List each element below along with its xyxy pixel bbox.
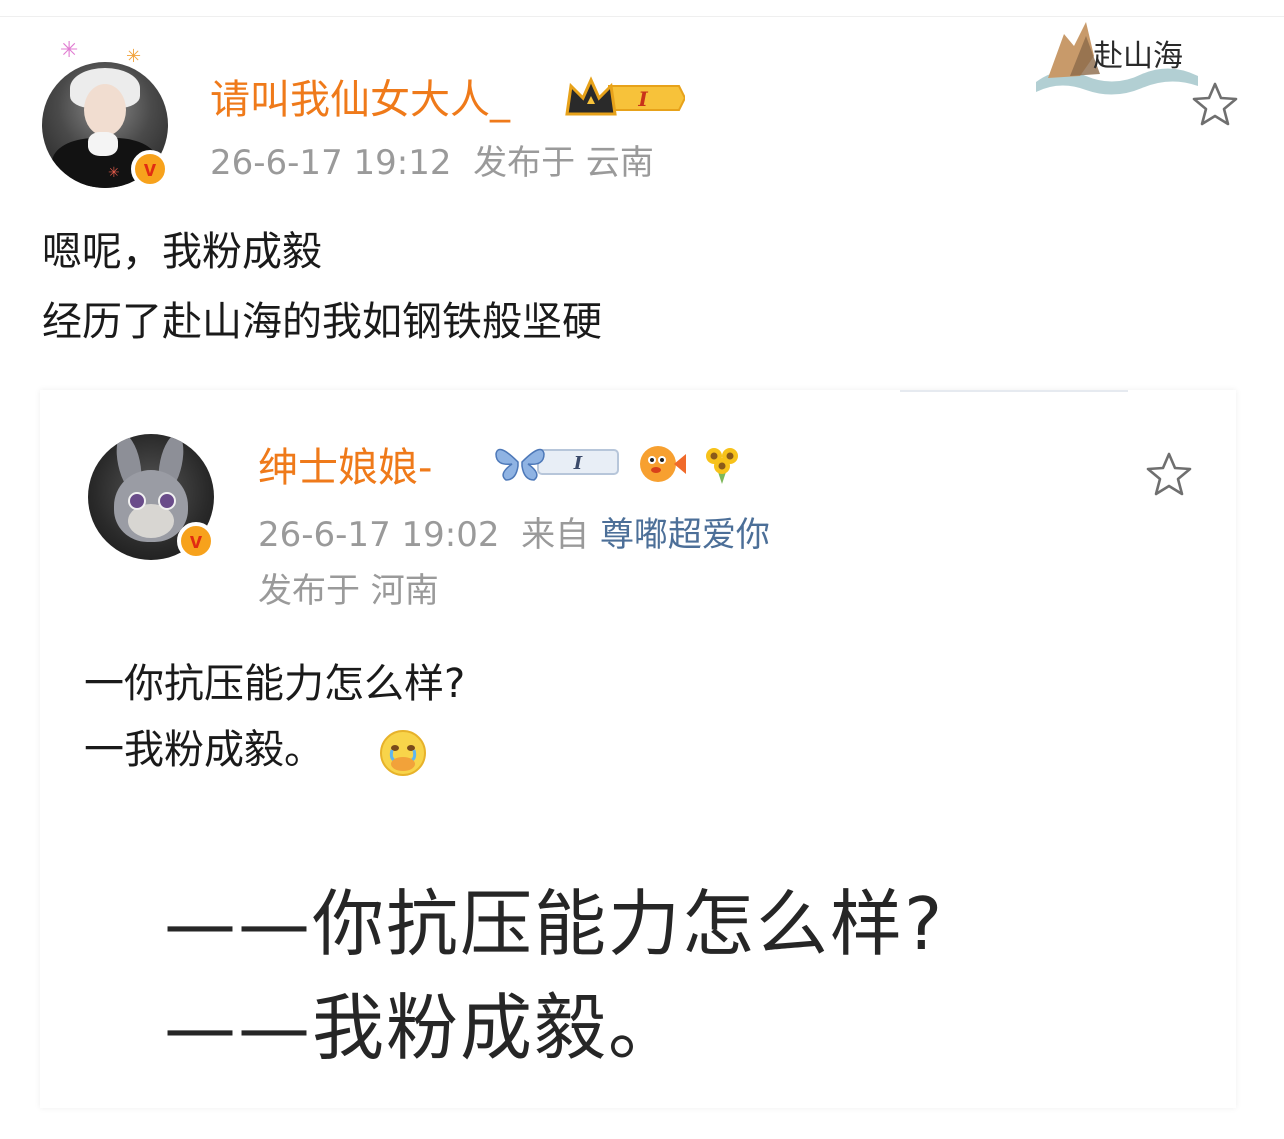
post-body-line: 经历了赴山海的我如钢铁般坚硬 [42,299,602,345]
sparkle-icon: ✳ [60,38,79,63]
post-location: 发布于 云南 [473,143,654,183]
tearful-face-emoji-icon [380,730,426,776]
image-caption-line: ——你抗压能力怎么样? [164,882,945,966]
author-username[interactable]: 请叫我仙女大人_ [210,80,510,120]
post-meta: 26-6-17 19:12 发布于 云南 [210,146,654,180]
verified-badge-icon: v [131,150,169,188]
repost-author-username[interactable]: 绅士娘娘- [258,448,432,488]
avatar-face [84,84,126,136]
verified-badge-icon: v [177,522,215,560]
post-body-line: 嗯呢，我粉成毅 [42,229,322,275]
topic-logo-text: 赴山海 [1093,39,1183,74]
pufferfish-icon [640,446,686,482]
rabbit-eye [128,492,146,510]
repost-from-label: 来自 [521,515,590,555]
topic-logo-image[interactable]: 赴山海 [1030,16,1202,100]
post-timestamp: 26-6-17 19:12 [210,143,452,183]
butterfly-level-badge-icon: I [495,448,619,481]
rabbit-eye [158,492,176,510]
sparkle-icon: ✳ [108,165,120,181]
crown-level-text: I [637,87,648,111]
favorite-star-icon[interactable] [1190,80,1240,130]
repost-source-link[interactable]: 尊嘟超爱你 [600,515,770,555]
repost-location: 发布于 河南 [258,571,439,611]
avatar-glove [88,132,118,156]
repost-body-line: 一你抗压能力怎么样? [84,661,466,707]
repost-favorite-star-icon[interactable] [1144,450,1194,500]
repost-body-line: 一我粉成毅。 [84,727,324,773]
sunflower-bouquet-icon [706,448,738,484]
butterfly-level-text: I [573,453,583,474]
repost-meta: 26-6-17 19:02 来自 尊嘟超爱你 [258,518,770,552]
repost-timestamp: 26-6-17 19:02 [258,515,500,555]
image-caption-line: ——我粉成毅。 [164,986,683,1070]
repost-card-divider [900,390,1128,392]
crown-level-badge-icon: I [565,76,685,116]
sparkle-icon: ✳ [126,46,142,67]
